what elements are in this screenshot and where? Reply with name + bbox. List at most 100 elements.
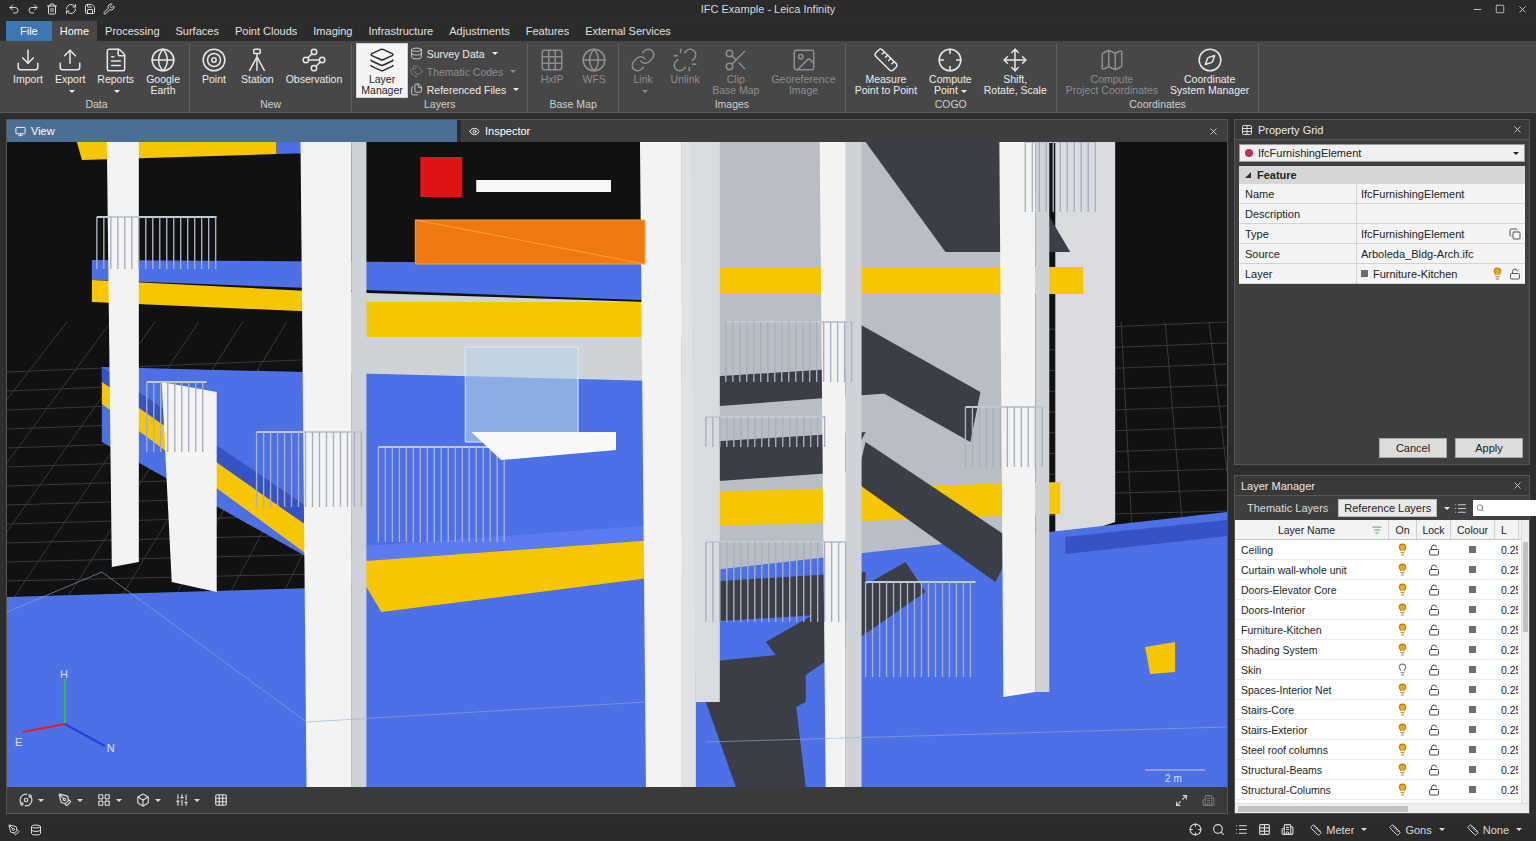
undo-icon[interactable] [8,3,20,15]
ribbon-button[interactable]: Unlink [665,43,705,87]
layer-tab[interactable]: Reference Layers [1338,499,1437,517]
ribbon-button[interactable]: Export [50,43,90,98]
property-value[interactable]: IfcFurnishingElement [1357,224,1525,243]
close-icon[interactable] [1208,126,1219,137]
lightbulb-icon[interactable] [1396,723,1409,736]
refresh-icon[interactable] [65,3,77,15]
minimize-icon[interactable] [1472,4,1483,15]
close-button[interactable] [1512,124,1523,135]
ribbon-button[interactable]: Reports [92,43,139,98]
layer-row[interactable]: Ceiling0.25 [1235,540,1521,560]
property-value[interactable]: Furniture-Kitchen [1357,264,1525,283]
ribbon-tab[interactable]: Imaging [305,21,360,41]
section-row[interactable]: Feature [1239,166,1525,184]
ribbon-button[interactable]: CoordinateSystem Manager [1165,43,1254,98]
ribbon-button[interactable]: MeasurePoint to Point [850,43,922,98]
building-icon[interactable] [1202,794,1215,807]
property-value[interactable]: IfcFurnishingElement [1357,184,1525,203]
building-icon[interactable] [1281,823,1294,836]
unlock-icon[interactable] [1428,764,1440,776]
lightbulb-icon[interactable] [1396,543,1409,556]
lightbulb-icon[interactable] [1396,743,1409,756]
layer-colour-icon[interactable] [1469,766,1476,773]
ribbon-tab[interactable]: Point Clouds [227,21,305,41]
grid-icon[interactable] [214,793,228,807]
layer-row[interactable]: Structural-Beams0.25 [1235,760,1521,780]
ribbon-button[interactable]: GoogleEarth [141,43,185,98]
ribbon-tab[interactable]: Infrastructure [360,21,441,41]
unlock-icon[interactable] [1428,724,1440,736]
layer-colour-icon[interactable] [1469,746,1476,753]
layer-colour-icon[interactable] [1469,606,1476,613]
unlock-icon[interactable] [1428,664,1440,676]
layer-row[interactable]: Steel roof columns0.25 [1235,740,1521,760]
lightbulb-icon[interactable] [1491,267,1504,280]
lightbulb-icon[interactable] [1396,643,1409,656]
lightbulb-icon[interactable] [1396,683,1409,696]
lightbulb-icon[interactable] [1396,623,1409,636]
ribbon-button[interactable]: GeoreferenceImage [766,43,840,98]
lightbulb-icon[interactable] [1396,703,1409,716]
pane-tab[interactable]: View [7,120,457,142]
ribbon-tab[interactable]: File [6,21,52,41]
ribbon-button[interactable]: ComputePoint [924,43,977,98]
lightbulb-icon[interactable] [1396,783,1409,796]
layer-row[interactable]: Stairs-Core0.25 [1235,700,1521,720]
zoom-icon[interactable] [1212,823,1225,836]
ribbon-button[interactable]: WFS [574,43,614,87]
copy-icon[interactable] [1509,228,1521,240]
unlock-icon[interactable] [1428,644,1440,656]
unit-selector[interactable]: Meter [1304,824,1373,836]
edit-icon[interactable] [8,824,20,836]
snap-icon[interactable] [1189,823,1202,836]
selected-furnishing[interactable] [415,220,645,264]
search-input[interactable] [1487,503,1536,514]
ribbon-tab[interactable]: Features [518,21,577,41]
cancel-button[interactable]: Cancel [1379,438,1447,458]
layer-colour-icon[interactable] [1469,706,1476,713]
unlock-icon[interactable] [1428,544,1440,556]
layer-colour-icon[interactable] [1469,686,1476,693]
layer-row[interactable]: Structural-Columns0.25 [1235,780,1521,800]
unlock-icon[interactable] [1428,624,1440,636]
layer-colour-icon[interactable] [1469,566,1476,573]
unlock-icon[interactable] [1428,584,1440,596]
ribbon-small-button[interactable]: Survey Data [410,45,523,62]
ribbon-button[interactable]: ClipBase Map [707,43,764,98]
wrench-icon[interactable] [103,3,115,15]
unlock-icon[interactable] [1428,704,1440,716]
ribbon-tab[interactable]: Adjustments [441,21,518,41]
table-icon[interactable] [1258,823,1271,836]
layer-row[interactable]: Stairs-Exterior0.25 [1235,720,1521,740]
search-field[interactable] [1473,500,1536,516]
object-select[interactable]: IfcFurnishingElement [1239,144,1525,162]
property-value[interactable] [1357,204,1525,223]
list-icon[interactable] [1235,823,1248,836]
layer-colour-icon[interactable] [1469,786,1476,793]
ribbon-button[interactable]: Observation [281,43,348,87]
lightbulb-icon[interactable] [1396,563,1409,576]
view-tool[interactable] [58,793,83,807]
property-value[interactable]: Arboleda_Bldg-Arch.ifc [1357,244,1525,263]
layer-row[interactable]: Shading System0.25 [1235,640,1521,660]
ribbon-tab[interactable]: Processing [97,21,167,41]
layer-row[interactable]: Spaces-Interior Net0.25 [1235,680,1521,700]
dropdown-arrow-icon[interactable] [1444,507,1450,510]
ribbon-button[interactable]: Import [8,43,48,87]
pane-tab[interactable]: Inspector [461,120,1227,142]
ribbon-small-button[interactable]: Referenced Files [410,81,523,98]
unlock-icon[interactable] [1428,784,1440,796]
layer-colour-icon[interactable] [1469,666,1476,673]
ribbon-button[interactable]: Link [623,43,663,98]
view-tool[interactable] [136,793,161,807]
layer-colour-icon[interactable] [1469,646,1476,653]
layer-colour-icon[interactable] [1469,546,1476,553]
layer-row[interactable]: Curtain wall-whole unit0.25 [1235,560,1521,580]
unlock-icon[interactable] [1428,604,1440,616]
view-tool[interactable] [175,793,200,807]
lightbulb-icon[interactable] [1396,663,1409,676]
layer-colour-icon[interactable] [1469,726,1476,733]
unlock-icon[interactable] [1509,268,1521,280]
trash-icon[interactable] [46,3,58,15]
save-icon[interactable] [84,3,96,15]
